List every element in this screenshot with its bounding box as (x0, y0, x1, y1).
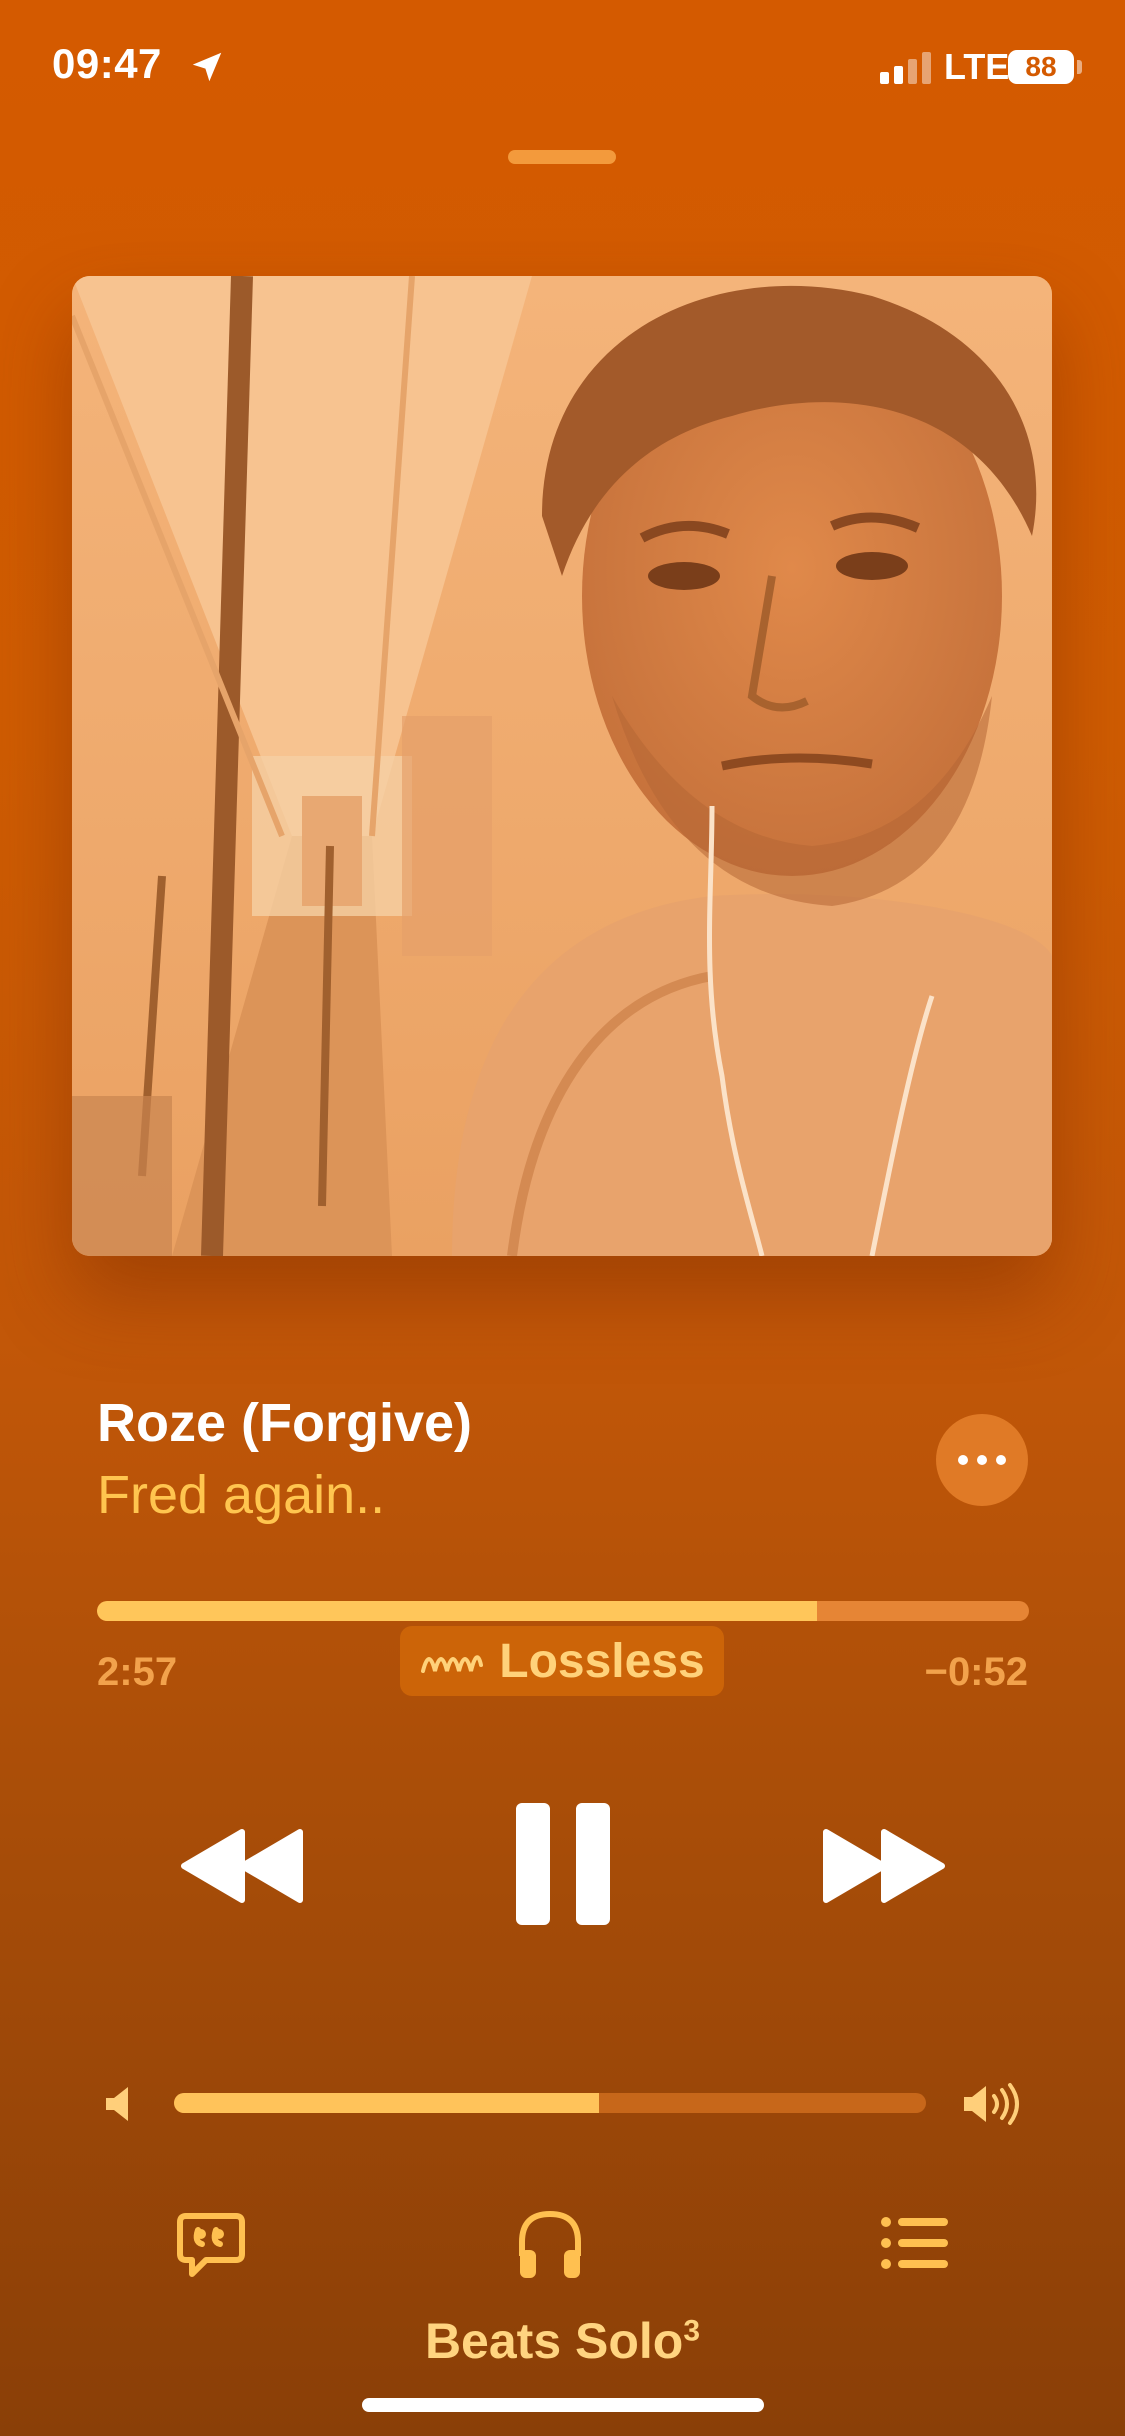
sheet-grabber[interactable] (508, 150, 616, 164)
device-name: Beats Solo (424, 2313, 684, 2369)
lossless-badge[interactable]: Lossless (400, 1626, 724, 1696)
fast-forward-icon (823, 1829, 945, 1903)
queue-button[interactable] (880, 2214, 950, 2272)
playback-progress-fill (97, 1601, 818, 1621)
playback-scrubber[interactable] (97, 1601, 1029, 1621)
status-time: 09:47 (52, 40, 162, 87)
home-indicator[interactable] (362, 2398, 764, 2412)
track-title[interactable]: Roze (Forgive) (97, 1392, 472, 1454)
pause-icon (516, 1803, 550, 1925)
pause-button[interactable] (516, 1803, 610, 1925)
queue-list-icon (881, 2217, 948, 2269)
fast-forward-button[interactable] (822, 1828, 946, 1904)
lyrics-button[interactable] (176, 2212, 246, 2278)
headphones-icon (519, 2210, 581, 2278)
location-arrow-icon (192, 52, 222, 82)
rewind-button[interactable] (180, 1828, 304, 1904)
airplay-headphones-button[interactable] (516, 2208, 584, 2280)
battery-indicator: 88 (1008, 50, 1074, 84)
elapsed-time: 2:57 (97, 1650, 178, 1694)
volume-slider[interactable] (174, 2093, 926, 2113)
album-artwork-image (72, 276, 1052, 1256)
album-artwork (72, 276, 1052, 1256)
network-type: LTE (944, 46, 1010, 87)
output-device-label[interactable]: Beats Solo3 (0, 2312, 1125, 2370)
remaining-time: −0:52 (924, 1650, 1028, 1694)
speaker-high-icon (964, 2083, 1019, 2125)
ellipsis-icon (958, 1455, 968, 1465)
device-model-number: 3 (683, 2314, 701, 2348)
lossless-label: Lossless (499, 1634, 705, 1688)
track-artist[interactable]: Fred again.. (97, 1464, 385, 1526)
cellular-signal-icon (880, 52, 931, 84)
battery-tip (1077, 60, 1082, 74)
lossless-wave-icon (421, 1655, 484, 1673)
lyrics-quote-icon (177, 2213, 245, 2277)
volume-fill (174, 2093, 599, 2113)
speaker-low-icon (106, 2087, 128, 2121)
more-options-button[interactable] (936, 1414, 1028, 1506)
rewind-icon (181, 1829, 303, 1903)
